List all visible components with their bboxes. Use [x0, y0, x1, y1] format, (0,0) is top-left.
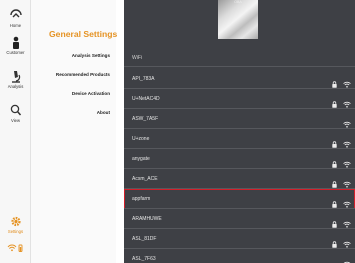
network-row[interactable]: appfarm: [124, 189, 355, 209]
network-ssid: ARAMHUWE: [132, 216, 162, 222]
network-ssid: appfarm: [132, 196, 151, 202]
network-row[interactable]: ASW_7A5F: [124, 109, 355, 129]
lock-icon: [332, 155, 337, 168]
thumbnail-caption: OBA: [234, 0, 242, 4]
nav-analysis[interactable]: Analysis: [0, 70, 31, 89]
nav-settings-label: Settings: [7, 229, 24, 234]
network-row[interactable]: ASL_81DF: [124, 229, 355, 249]
network-ssid: anygate: [132, 156, 150, 162]
menu-device-activation[interactable]: Device Activation: [72, 91, 110, 96]
menu-analysis-settings[interactable]: Analysis Settings: [72, 53, 110, 58]
wifi-signal-icon: [343, 195, 351, 208]
network-ssid: U+zone: [132, 136, 150, 142]
wifi-signal-icon: [343, 75, 351, 88]
wifi-section-label: WiFi: [132, 55, 142, 61]
network-row[interactable]: Acsm_ACE: [124, 169, 355, 189]
network-ssid: API_783A: [132, 76, 155, 82]
wifi-signal-icon: [343, 115, 351, 128]
lock-icon: [332, 135, 337, 148]
wifi-signal-icon: [343, 175, 351, 188]
microscope-icon: [11, 71, 20, 83]
nav-home-label: Home: [9, 23, 22, 28]
gear-icon: [10, 216, 21, 227]
lock-icon: [332, 175, 337, 188]
nav-rail: Home Customer Analysis View Settings: [0, 0, 31, 263]
settings-title: General Settings: [49, 29, 118, 39]
nav-home[interactable]: Home: [0, 9, 31, 28]
network-row[interactable]: U+zone: [124, 129, 355, 149]
nav-customer[interactable]: Customer: [0, 36, 31, 55]
nav-settings[interactable]: Settings: [0, 215, 31, 234]
network-ssid: ASL_81DF: [132, 236, 157, 242]
header-thumbnail: OBA: [218, 0, 258, 39]
search-icon: [10, 104, 21, 116]
network-ssid: ASW_7A5F: [132, 116, 159, 122]
network-row[interactable]: API_783A: [124, 69, 355, 89]
lock-icon: [332, 75, 337, 88]
nav-view-label: View: [10, 118, 20, 123]
network-row[interactable]: U+NetAC4D: [124, 89, 355, 109]
wifi-signal-icon: [343, 235, 351, 248]
menu-recommended-products[interactable]: Recommended Products: [56, 72, 110, 77]
wifi-signal-icon: [343, 255, 351, 263]
divider: [124, 66, 355, 67]
settings-menu: General Settings Analysis Settings Recom…: [31, 0, 118, 263]
nav-analysis-label: Analysis: [7, 84, 24, 89]
wifi-panel: OBA WiFi API_783A U+NetAC4D ASW_7A5F U+zone…: [124, 0, 355, 263]
lock-icon: [332, 95, 337, 108]
network-ssid: U+NetAC4D: [132, 96, 160, 102]
home-icon: [9, 9, 22, 18]
wifi-signal-icon: [343, 155, 351, 168]
wifi-signal-icon: [343, 95, 351, 108]
wifi-battery-icon: [7, 244, 22, 252]
wifi-signal-icon: [343, 135, 351, 148]
wifi-signal-icon: [343, 215, 351, 228]
menu-about[interactable]: About: [97, 110, 110, 115]
network-ssid: Acsm_ACE: [132, 176, 158, 182]
nav-customer-label: Customer: [6, 50, 25, 55]
nav-view[interactable]: View: [0, 104, 31, 123]
network-row[interactable]: anygate: [124, 149, 355, 169]
lock-icon: [332, 235, 337, 248]
network-ssid: ASL_7F63: [132, 256, 156, 262]
network-row[interactable]: ARAMHUWE: [124, 209, 355, 229]
lock-icon: [332, 195, 337, 208]
network-row[interactable]: ASL_7F63: [124, 249, 355, 263]
person-icon: [12, 36, 19, 49]
lock-icon: [332, 215, 337, 228]
status-indicators: [0, 244, 31, 252]
